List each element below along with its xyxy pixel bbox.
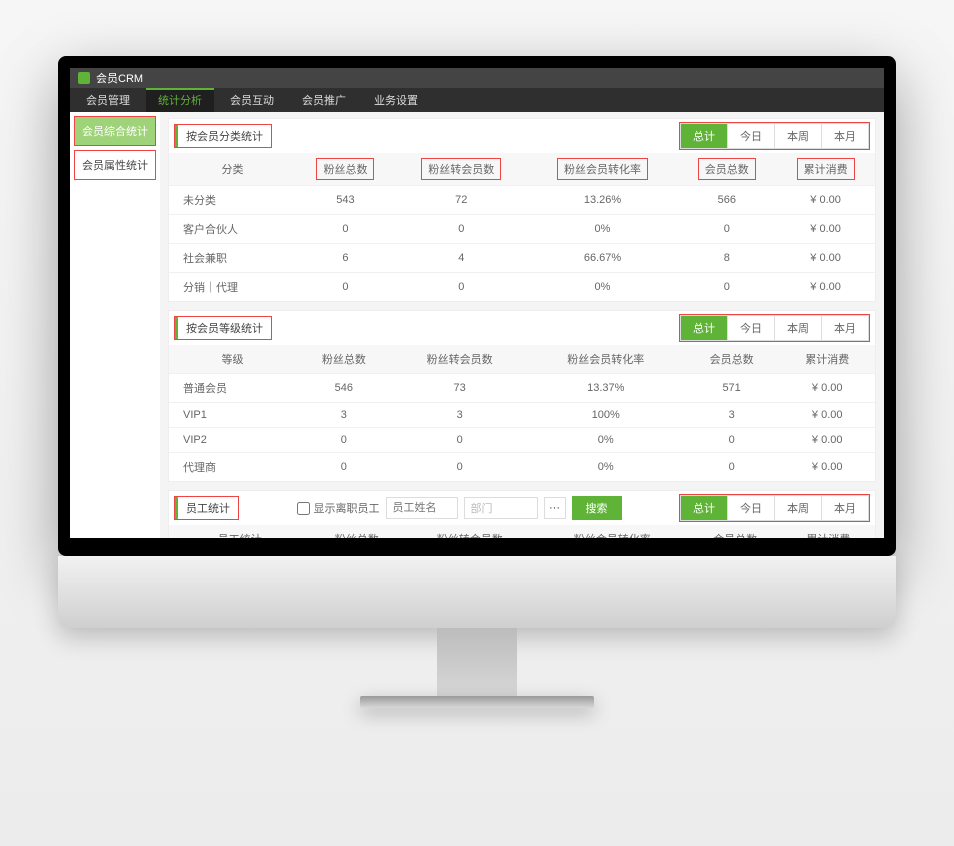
table-row: 代理商000%0¥ 0.00 bbox=[169, 453, 875, 482]
nav-promote[interactable]: 会员推广 bbox=[290, 88, 358, 112]
period-week-3[interactable]: 本周 bbox=[774, 496, 821, 520]
nav-interact[interactable]: 会员互动 bbox=[218, 88, 286, 112]
show-left-checkbox[interactable] bbox=[297, 502, 310, 515]
monitor-stand-neck bbox=[437, 628, 517, 698]
period-segment-2: 总计 今日 本周 本月 bbox=[680, 315, 869, 341]
sidebar-item-overall[interactable]: 会员综合统计 bbox=[74, 116, 156, 146]
workspace: 会员综合统计 会员属性统计 按会员分类统计 总计 今日 本周 bbox=[70, 112, 884, 538]
panel-category: 按会员分类统计 总计 今日 本周 本月 分类 bbox=[168, 118, 876, 302]
titlebar: 会员CRM bbox=[70, 68, 884, 88]
period-all-1[interactable]: 总计 bbox=[681, 124, 727, 148]
staff-filter: 显示离职员工 部门 ··· 搜索 bbox=[297, 496, 622, 520]
dept-select[interactable]: 部门 bbox=[464, 497, 538, 519]
table-row: 客户合伙人000%0¥ 0.00 bbox=[169, 215, 875, 244]
nav-business[interactable]: 业务设置 bbox=[362, 88, 430, 112]
table-staff: 员工统计 粉丝总数 粉丝转会员数 粉丝会员转化率 会员总数 累计消费 谢国栋 （… bbox=[169, 525, 875, 538]
period-month-3[interactable]: 本月 bbox=[821, 496, 868, 520]
period-all-3[interactable]: 总计 bbox=[681, 496, 727, 520]
search-button[interactable]: 搜索 bbox=[572, 496, 622, 520]
period-all-2[interactable]: 总计 bbox=[681, 316, 727, 340]
app-title: 会员CRM bbox=[96, 70, 143, 86]
panel-level: 按会员等级统计 总计 今日 本周 本月 等级 bbox=[168, 310, 876, 482]
period-week-2[interactable]: 本周 bbox=[774, 316, 821, 340]
nav-stats[interactable]: 统计分析 bbox=[146, 88, 214, 112]
period-segment-1: 总计 今日 本周 本月 bbox=[680, 123, 869, 149]
nav-members[interactable]: 会员管理 bbox=[74, 88, 142, 112]
table-row: VIP133100%3¥ 0.00 bbox=[169, 403, 875, 428]
top-nav: 会员管理 统计分析 会员互动 会员推广 业务设置 bbox=[70, 88, 884, 112]
monitor-chin bbox=[58, 556, 896, 628]
table-level: 等级 粉丝总数 粉丝转会员数 粉丝会员转化率 会员总数 累计消费 普通会员546… bbox=[169, 345, 875, 481]
col-fans: 粉丝总数 bbox=[296, 153, 395, 186]
table-row: 社会兼职6466.67%8¥ 0.00 bbox=[169, 244, 875, 273]
col-category: 分类 bbox=[169, 153, 296, 186]
table-row: 未分类5437213.26%566¥ 0.00 bbox=[169, 186, 875, 215]
period-month-1[interactable]: 本月 bbox=[821, 124, 868, 148]
period-today-1[interactable]: 今日 bbox=[727, 124, 774, 148]
panel-staff-title: 员工统计 bbox=[175, 497, 238, 519]
col-level: 等级 bbox=[169, 345, 296, 374]
period-today-3[interactable]: 今日 bbox=[727, 496, 774, 520]
col-rate: 粉丝会员转化率 bbox=[528, 153, 678, 186]
period-month-2[interactable]: 本月 bbox=[821, 316, 868, 340]
more-button[interactable]: ··· bbox=[544, 497, 566, 519]
show-left-checkbox-label[interactable]: 显示离职员工 bbox=[297, 500, 380, 516]
table-row: 分销｜代理000%0¥ 0.00 bbox=[169, 273, 875, 302]
table-category: 分类 粉丝总数 粉丝转会员数 粉丝会员转化率 会员总数 累计消费 未分类5437… bbox=[169, 153, 875, 301]
app-root: 会员CRM 会员管理 统计分析 会员互动 会员推广 业务设置 会员综合统计 会员… bbox=[70, 68, 884, 538]
panel-level-title: 按会员等级统计 bbox=[175, 317, 271, 339]
panel-staff: 员工统计 显示离职员工 部门 ··· 搜索 bbox=[168, 490, 876, 538]
monitor-stand-base bbox=[360, 696, 594, 708]
sidebar: 会员综合统计 会员属性统计 bbox=[70, 112, 160, 538]
col-members: 会员总数 bbox=[677, 153, 776, 186]
main-area: 按会员分类统计 总计 今日 本周 本月 分类 bbox=[160, 112, 884, 538]
staff-name-input[interactable] bbox=[386, 497, 458, 519]
col-spend: 累计消费 bbox=[776, 153, 875, 186]
sidebar-item-attribute[interactable]: 会员属性统计 bbox=[74, 150, 156, 180]
table-row: 普通会员5467313.37%571¥ 0.00 bbox=[169, 374, 875, 403]
col-converted: 粉丝转会员数 bbox=[395, 153, 528, 186]
table-row: VIP2000%0¥ 0.00 bbox=[169, 428, 875, 453]
panel-category-title: 按会员分类统计 bbox=[175, 125, 271, 147]
period-week-1[interactable]: 本周 bbox=[774, 124, 821, 148]
period-segment-3: 总计 今日 本周 本月 bbox=[680, 495, 869, 521]
period-today-2[interactable]: 今日 bbox=[727, 316, 774, 340]
app-icon bbox=[78, 72, 90, 84]
